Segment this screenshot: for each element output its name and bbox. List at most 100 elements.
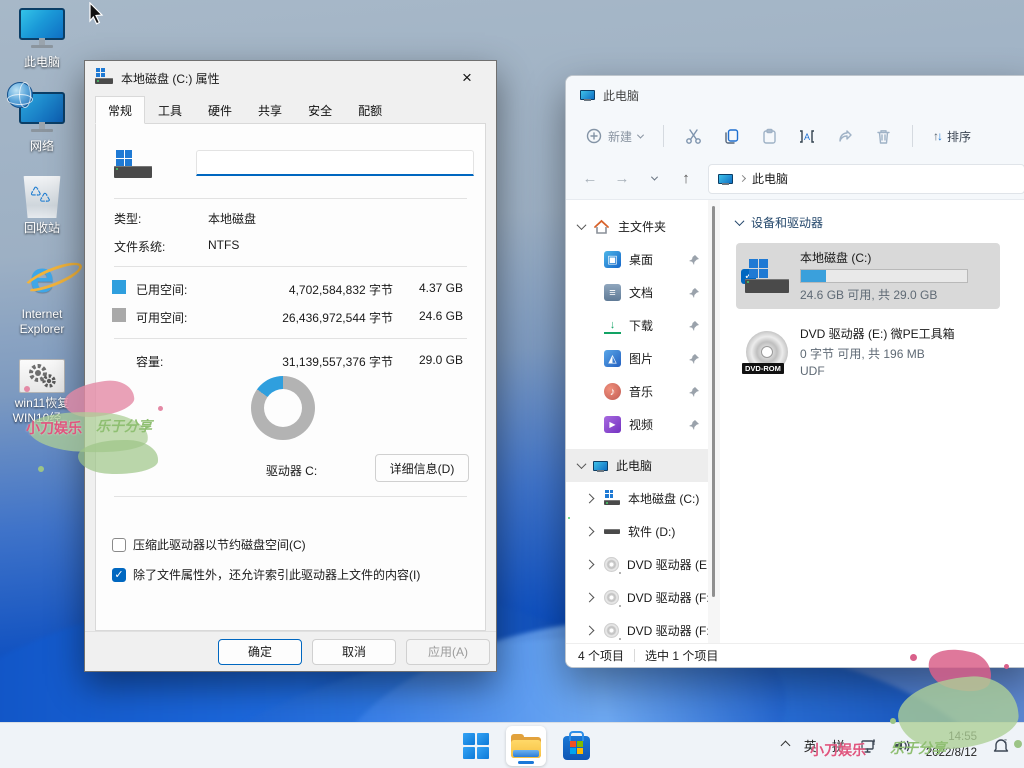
desktop-icon-label: 此电脑 [24, 55, 60, 70]
svg-text:z: z [1004, 739, 1007, 745]
download-icon: ↓ [604, 317, 621, 334]
sidebar-item-home[interactable]: 主文件夹 [566, 210, 708, 243]
desktop-icon-label: Internet Explorer [6, 307, 78, 337]
volume-name-input[interactable] [196, 150, 474, 176]
toolbar-separator [663, 125, 664, 147]
delete-button[interactable] [866, 122, 900, 151]
tab-sharing[interactable]: 共享 [245, 96, 295, 124]
explorer-body: 主文件夹 ▣ 桌面 ≡ 文档 ↓ 下载 ◭ 图片 [566, 200, 1024, 643]
address-bar[interactable]: 此电脑 [708, 164, 1024, 194]
sidebar-item-dvd-g[interactable]: DVD 驱动器 (F:) [566, 614, 708, 643]
drive-item-c[interactable]: ✓ 本地磁盘 (C:) 24.6 GB 可用, 共 29.0 GB [736, 243, 1000, 309]
used-space-label: 已用空间: [136, 281, 187, 298]
desktop-icon-recycle-bin[interactable]: ♺ ♺ 回收站 [6, 176, 78, 236]
disk-usage-donut-chart [251, 376, 315, 440]
tab-general[interactable]: 常规 [95, 96, 145, 124]
sidebar-item-music[interactable]: ♪ 音乐 [566, 375, 708, 408]
new-button[interactable]: 新建 [578, 122, 651, 151]
scrollbar-thumb[interactable] [712, 206, 715, 597]
sidebar-item-downloads[interactable]: ↓ 下载 [566, 309, 708, 342]
explorer-titlebar[interactable]: 此电脑 [566, 76, 1024, 114]
desktop-icon-network[interactable]: 网络 [6, 92, 78, 154]
tab-hardware[interactable]: 硬件 [195, 96, 245, 124]
drive-filesystem: UDF [800, 364, 992, 378]
paste-button[interactable] [752, 122, 786, 151]
drive-c-icon [744, 259, 790, 293]
drive-icon-large [114, 150, 152, 178]
index-checkbox-row[interactable]: ✓ 除了文件属性外，还允许索引此驱动器上文件的内容(I) [112, 566, 420, 583]
compress-checkbox[interactable] [112, 538, 126, 552]
free-space-label: 可用空间: [136, 309, 187, 326]
pin-icon [688, 320, 700, 332]
desktop-icon-this-pc[interactable]: 此电脑 [6, 8, 78, 70]
navigation-pane: 主文件夹 ▣ 桌面 ≡ 文档 ↓ 下载 ◭ 图片 [566, 200, 708, 643]
taskbar-clock[interactable]: 14:55 2022/8/12 [926, 730, 977, 761]
explorer-navbar: ← → ↑ 此电脑 [566, 158, 1024, 200]
sort-button[interactable]: ↑↓ 排序 [925, 122, 979, 151]
sidebar-item-dvd-e[interactable]: DVD 驱动器 (E:) [566, 548, 708, 581]
cancel-button[interactable]: 取消 [312, 639, 396, 665]
close-icon[interactable]: × [448, 64, 486, 92]
sidebar-item-desktop[interactable]: ▣ 桌面 [566, 243, 708, 276]
explorer-toolbar: 新建 A [566, 114, 1024, 158]
pin-icon [688, 254, 700, 266]
tab-quota[interactable]: 配额 [345, 96, 395, 124]
ime-language-indicator[interactable]: 英 [804, 736, 817, 755]
ok-button[interactable]: 确定 [218, 639, 302, 665]
taskbar: 英 拼 14:55 2022/8/12 z [0, 722, 1024, 768]
share-button[interactable] [828, 122, 862, 151]
back-button[interactable]: ← [576, 165, 604, 193]
copy-button[interactable] [714, 122, 748, 151]
network-icon[interactable] [860, 738, 878, 754]
sidebar-item-drive-c[interactable]: 本地磁盘 (C:) [566, 482, 708, 515]
breadcrumb[interactable]: 此电脑 [752, 170, 788, 187]
speaker-icon[interactable] [893, 738, 911, 754]
tray-chevron-up-icon[interactable] [780, 741, 790, 751]
cut-button[interactable] [676, 122, 710, 151]
type-value: 本地磁盘 [208, 210, 256, 227]
tab-security[interactable]: 安全 [295, 96, 345, 124]
breadcrumb-chevron-icon [739, 175, 746, 182]
sidebar-item-documents[interactable]: ≡ 文档 [566, 276, 708, 309]
sort-icon: ↑↓ [933, 129, 941, 143]
start-button[interactable] [456, 726, 496, 766]
drive-icon [95, 72, 113, 84]
index-checkbox[interactable]: ✓ [112, 568, 126, 582]
drive-item-dvd-e[interactable]: DVD-ROM DVD 驱动器 (E:) 微PE工具箱 0 字节 可用, 共 1… [736, 319, 1000, 384]
dialog-titlebar[interactable]: 本地磁盘 (C:) 属性 × [85, 61, 496, 95]
taskbar-file-explorer[interactable] [506, 726, 546, 766]
pin-icon [688, 353, 700, 365]
desktop-icon-win11-restore[interactable]: win11恢复WIN10经... [6, 359, 78, 426]
divider [114, 496, 467, 497]
sidebar-item-dvd-f[interactable]: DVD 驱动器 (F:) [566, 581, 708, 614]
sidebar-item-drive-d[interactable]: 软件 (D:) [566, 515, 708, 548]
compress-checkbox-row[interactable]: 压缩此驱动器以节约磁盘空间(C) [112, 536, 306, 553]
gears-icon [19, 359, 65, 393]
details-button[interactable]: 详细信息(D) [375, 454, 469, 482]
chevron-down-icon [577, 459, 587, 469]
group-header-devices[interactable]: 设备和驱动器 [736, 214, 1024, 231]
chevron-right-icon [585, 593, 595, 603]
capacity-bytes: 31,139,557,376 字节 [282, 353, 393, 370]
sidebar-item-this-pc[interactable]: 此电脑 [566, 449, 708, 482]
notification-bell-icon[interactable]: z [992, 737, 1010, 754]
chevron-down-icon [637, 131, 644, 138]
forward-button[interactable]: → [608, 165, 636, 193]
sidebar-scrollbar[interactable] [708, 200, 720, 643]
rename-button[interactable]: A [790, 122, 824, 151]
free-space-gb: 24.6 GB [419, 309, 463, 323]
recent-locations-button[interactable] [640, 165, 668, 193]
filesystem-label: 文件系统: [114, 238, 165, 255]
apply-button[interactable]: 应用(A) [406, 639, 490, 665]
properties-dialog: 本地磁盘 (C:) 属性 × 常规 工具 硬件 共享 安全 配额 类型: 本地磁… [84, 60, 497, 672]
desktop-icon-internet-explorer[interactable]: e Internet Explorer [6, 258, 78, 337]
explorer-statusbar: 4 个项目 选中 1 个项目 [566, 643, 1024, 667]
ime-pinyin-indicator[interactable]: 拼 [832, 736, 845, 755]
taskbar-microsoft-store[interactable] [556, 726, 596, 766]
sidebar-item-pictures[interactable]: ◭ 图片 [566, 342, 708, 375]
up-button[interactable]: ↑ [672, 165, 700, 193]
plus-circle-icon [586, 128, 602, 144]
sidebar-item-videos[interactable]: ▶ 视频 [566, 408, 708, 441]
compress-checkbox-label: 压缩此驱动器以节约磁盘空间(C) [133, 536, 306, 553]
tab-tools[interactable]: 工具 [145, 96, 195, 124]
